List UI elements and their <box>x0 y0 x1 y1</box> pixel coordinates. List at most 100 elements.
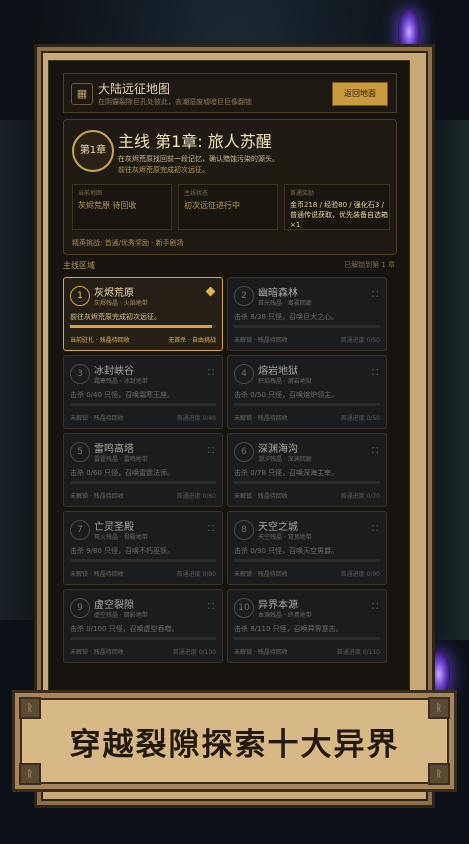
region-progress-bar <box>234 637 380 640</box>
region-name: 亡灵圣殿 <box>94 522 134 533</box>
region-number: 1 <box>70 286 90 306</box>
region-progress-bar <box>70 403 216 406</box>
region-name: 幽暗森林 <box>258 288 298 299</box>
section-title: 主线区域 <box>63 261 95 270</box>
region-objective: 击杀 0/50 只怪，召唤熔炉领主。 <box>234 391 339 399</box>
region-status: 未解锁 · 残晶待回收 <box>70 571 124 578</box>
current-map-label: 当前地图 <box>78 190 103 197</box>
region-number: 4 <box>234 364 254 384</box>
region-number: 8 <box>234 520 254 540</box>
region-number: 7 <box>70 520 90 540</box>
region-name: 异界本源 <box>258 600 298 611</box>
region-objective: 击杀 8/110 只怪，召唤异界意志。 <box>234 625 343 633</box>
map-title: 大陆远征地图 <box>98 82 171 96</box>
region-number: 6 <box>234 442 254 462</box>
region-subtitle: 冥火残晶 · 骨殿地带 <box>94 534 148 541</box>
quest-status-box: 主线状态 初次远征进行中 <box>178 184 278 230</box>
map-subtitle: 在阴霾裂隙巨孔处彼此，去潮湿废墟暗巨巨像翻锁 <box>98 98 252 106</box>
region-status: 当前驻扎 · 残晶待回收 <box>70 337 130 344</box>
region-number: 9 <box>70 598 90 618</box>
region-objective: 击杀 0/40 只怪，召唤霜寒王座。 <box>70 391 175 399</box>
current-marker-icon <box>205 286 216 297</box>
region-card-6[interactable]: 6 深渊海沟 潮汐残晶 · 深渊回廊 ⛶ 击杀 0/78 只怪，召唤深海主宰。 未解锁 ·… <box>227 433 387 507</box>
region-card-8[interactable]: 8 天空之城 天空残晶 · 穹顶地带 ⛶ 击杀 0/90 只怪，召唤天空男爵。 未解锁 ·… <box>227 511 387 585</box>
region-card-9[interactable]: 9 虚空裂隙 虚空残晶 · 暗影地带 ⛶ 击杀 0/100 只怪，召唤虚空吞噬。 未解锁 … <box>63 589 223 663</box>
region-status: 未解锁 · 残晶待回收 <box>70 493 124 500</box>
chapter-badge: 第1章 <box>72 130 114 172</box>
lock-icon: ⛶ <box>372 446 378 455</box>
region-progress-fill <box>70 325 212 328</box>
region-card-1[interactable]: 1 灰烬荒原 灰烬残晶 · 火焰地带前往灰烬荒原完成初次远征。 当前驻扎 · 残晶待回… <box>63 277 223 351</box>
region-card-7[interactable]: 7 亡灵圣殿 冥火残晶 · 骨殿地带 ⛶ 击杀 9/80 只怪，召唤不朽巫妖。 未解锁 ·… <box>63 511 223 585</box>
region-objective: 击杀 9/80 只怪，召唤不朽巫妖。 <box>70 547 175 555</box>
region-first-clear: 首通进度 0/40 <box>176 415 216 422</box>
lock-icon: ⛶ <box>208 446 214 455</box>
back-button[interactable]: 返回地面 <box>332 82 388 106</box>
region-status: 未解锁 · 残晶待回收 <box>234 337 288 344</box>
region-name: 天空之城 <box>258 522 298 533</box>
region-number: 5 <box>70 442 90 462</box>
first-clear-reward-box: 首通奖励 金币218 / 经验80 / 强化石3 / 普通传说获取，优先装备自选… <box>284 184 390 230</box>
region-status: 未解锁 · 残晶待回收 <box>70 649 124 656</box>
rune-corner-icon: ᚱ <box>428 697 450 719</box>
region-status: 未解锁 · 残晶待回收 <box>234 649 288 656</box>
region-first-clear: 首通进度 0/110 <box>336 649 380 656</box>
region-first-clear: 首通进度 0/100 <box>172 649 216 656</box>
main-quest-card[interactable]: 第1章 主线 第1章: 旅人苏醒 在灰烬荒原找回前一段记忆，确认黯蚀污染的源头。… <box>63 119 397 255</box>
region-objective: 击杀 0/60 只怪，召唤雷霆法师。 <box>70 469 175 477</box>
section-progress: 已解锁到第 1 章 <box>344 261 395 269</box>
region-number: 10 <box>234 598 254 618</box>
region-name: 虚空裂隙 <box>94 600 134 611</box>
region-objective: 前往灰烬荒原完成初次远征。 <box>70 313 161 321</box>
elite-challenge-note: 精英挑战: 首通/优秀奖励 · 新手剧场 <box>72 239 184 247</box>
region-name: 雷鸣高塔 <box>94 444 134 455</box>
region-subtitle: 灰烬残晶 · 火焰地带 <box>94 300 148 307</box>
rune-corner-icon: ᚱ <box>19 697 41 719</box>
region-card-3[interactable]: 3 冰封峡谷 霜寒残晶 · 冰封地带 ⛶ 击杀 0/40 只怪，召唤霜寒王座。 未解锁 ·… <box>63 355 223 429</box>
lock-icon: ⛶ <box>372 524 378 533</box>
region-objective: 击杀 0/78 只怪，召唤深海主宰。 <box>234 469 339 477</box>
region-subtitle: 潮汐残晶 · 深渊回廊 <box>258 456 312 463</box>
first-clear-reward-label: 首通奖励 <box>290 190 315 197</box>
lock-icon: ⛶ <box>372 602 378 611</box>
region-progress-bar <box>70 325 216 328</box>
region-subtitle: 苔光残晶 · 毒雾回廊 <box>258 300 312 307</box>
banner-slogan: 穿越裂隙探索十大异界 <box>69 727 400 763</box>
region-number: 2 <box>234 286 254 306</box>
lock-icon: ⛶ <box>208 368 214 377</box>
region-card-10[interactable]: 10 异界本源 本源残晶 · 终焉地带 ⛶ 击杀 8/110 只怪，召唤异界意志。 未解锁… <box>227 589 387 663</box>
main-quest-description: 在灰烬荒原找回前一段记忆，确认黯蚀污染的源头。 <box>118 155 279 163</box>
region-progress-bar <box>70 481 216 484</box>
region-subtitle: 雷霆残晶 · 雷鸣地带 <box>94 456 148 463</box>
region-progress-bar <box>70 559 216 562</box>
region-card-5[interactable]: 5 雷鸣高塔 雷霆残晶 · 雷鸣地带 ⛶ 击杀 0/60 只怪，召唤雷霆法师。 未解锁 ·… <box>63 433 223 507</box>
region-first-clear: 首通进度 0/90 <box>340 571 380 578</box>
map-header: ▦ 大陆远征地图 在阴霾裂隙巨孔处彼此，去潮湿废墟暗巨巨像翻锁 返回地面 <box>63 73 397 113</box>
region-progress-bar <box>234 325 380 328</box>
region-progress-bar <box>234 403 380 406</box>
region-card-2[interactable]: 2 幽暗森林 苔光残晶 · 毒雾回廊 ⛶ 击杀 8/38 只怪，召唤巨大之心。 未解锁 ·… <box>227 277 387 351</box>
lock-icon: ⛶ <box>372 368 378 377</box>
region-first-clear: 无首杀 · 自由挑战 <box>168 337 216 344</box>
region-name: 熔岩地狱 <box>258 366 298 377</box>
region-first-clear: 首通进度 0/70 <box>340 493 380 500</box>
region-name: 冰封峡谷 <box>94 366 134 377</box>
region-progress-bar <box>234 559 380 562</box>
region-card-4[interactable]: 4 熔岩地狱 炽焰残晶 · 熔岩地狱 ⛶ 击杀 0/50 只怪，召唤熔炉领主。 未解锁 ·… <box>227 355 387 429</box>
first-clear-reward-value: 金币218 / 经验80 / 强化石3 / 普通传说获取，优先装备自选箱×1 <box>290 201 388 229</box>
region-name: 灰烬荒原 <box>94 288 134 299</box>
region-number: 3 <box>70 364 90 384</box>
region-first-clear: 首通进度 0/80 <box>176 571 216 578</box>
region-subtitle: 炽焰残晶 · 熔岩地狱 <box>258 378 312 385</box>
region-status: 未解锁 · 残晶待回收 <box>234 493 288 500</box>
lock-icon: ⛶ <box>208 602 214 611</box>
region-objective: 击杀 0/90 只怪，召唤天空男爵。 <box>234 547 339 555</box>
region-objective: 击杀 0/100 只怪，召唤虚空吞噬。 <box>70 625 179 633</box>
main-quest-objective: 前往灰烬荒原完成初次远征。 <box>118 166 209 174</box>
region-name: 深渊海沟 <box>258 444 298 455</box>
current-map-value: 灰烬荒原 待回收 <box>78 201 137 210</box>
lock-icon: ⛶ <box>372 290 378 299</box>
region-subtitle: 本源残晶 · 终焉地带 <box>258 612 312 619</box>
region-subtitle: 虚空残晶 · 暗影地带 <box>94 612 148 619</box>
current-map-box: 当前地图 灰烬荒原 待回收 <box>72 184 172 230</box>
